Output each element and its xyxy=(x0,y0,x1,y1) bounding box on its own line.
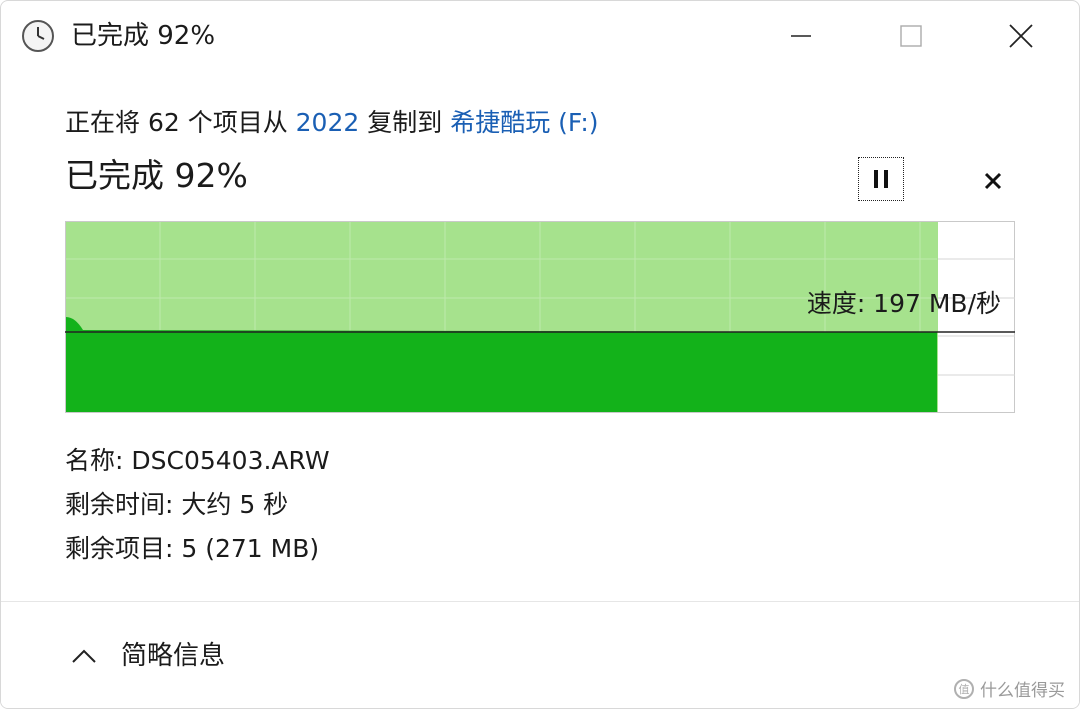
maximize-icon xyxy=(900,25,922,47)
detail-time-row: 剩余时间: 大约 5 秒 xyxy=(65,483,330,527)
fewer-details-label: 简略信息 xyxy=(121,641,226,671)
time-remaining-label: 剩余时间: xyxy=(65,490,182,519)
close-button[interactable] xyxy=(991,11,1051,61)
pause-icon xyxy=(874,170,888,188)
copy-description-prefix: 正在将 62 个项目从 xyxy=(65,108,296,137)
maximize-button[interactable] xyxy=(881,11,941,61)
watermark: 值 什么值得买 xyxy=(954,676,1065,701)
detail-name-row: 名称: DSC05403.ARW xyxy=(65,439,330,483)
source-folder-link[interactable]: 2022 xyxy=(296,108,360,137)
fewer-details-toggle[interactable]: 简略信息 xyxy=(71,636,225,676)
close-icon xyxy=(1009,24,1033,48)
window-title: 已完成 92% xyxy=(71,21,216,51)
pause-button[interactable] xyxy=(858,157,904,201)
name-label: 名称: xyxy=(65,446,132,475)
items-remaining-value: 5 (271 MB) xyxy=(181,534,320,563)
minimize-button[interactable] xyxy=(771,11,831,61)
minimize-icon xyxy=(791,35,811,37)
watermark-text: 什么值得买 xyxy=(980,681,1065,701)
title-bar: 已完成 92% xyxy=(1,1,1079,71)
details-panel: 名称: DSC05403.ARW 剩余时间: 大约 5 秒 剩余项目: 5 (2… xyxy=(65,439,330,571)
destination-drive-link[interactable]: 希捷酷玩 (F:) xyxy=(450,108,598,137)
copy-description: 正在将 62 个项目从 2022 复制到 希捷酷玩 (F:) xyxy=(65,105,599,141)
chevron-up-icon xyxy=(72,649,96,663)
speed-graph: 速度: 197 MB/秒 xyxy=(65,221,1015,413)
items-remaining-label: 剩余项目: xyxy=(65,534,182,563)
cancel-button[interactable] xyxy=(971,161,1015,201)
clock-icon xyxy=(21,19,55,53)
detail-items-row: 剩余项目: 5 (271 MB) xyxy=(65,527,330,571)
cancel-icon xyxy=(984,172,1002,190)
progress-status: 已完成 92% xyxy=(65,156,248,195)
speed-label: 速度: 197 MB/秒 xyxy=(806,289,1001,318)
copy-description-middle: 复制到 xyxy=(359,108,451,137)
watermark-icon: 值 xyxy=(954,678,974,699)
copy-progress-dialog: 已完成 92% 正在将 62 个项目从 2022 复制到 希捷酷玩 (F:) 已… xyxy=(0,0,1080,709)
name-value: DSC05403.ARW xyxy=(131,446,330,475)
footer: 简略信息 值 什么值得买 xyxy=(1,601,1079,708)
time-remaining-value: 大约 5 秒 xyxy=(181,490,289,519)
